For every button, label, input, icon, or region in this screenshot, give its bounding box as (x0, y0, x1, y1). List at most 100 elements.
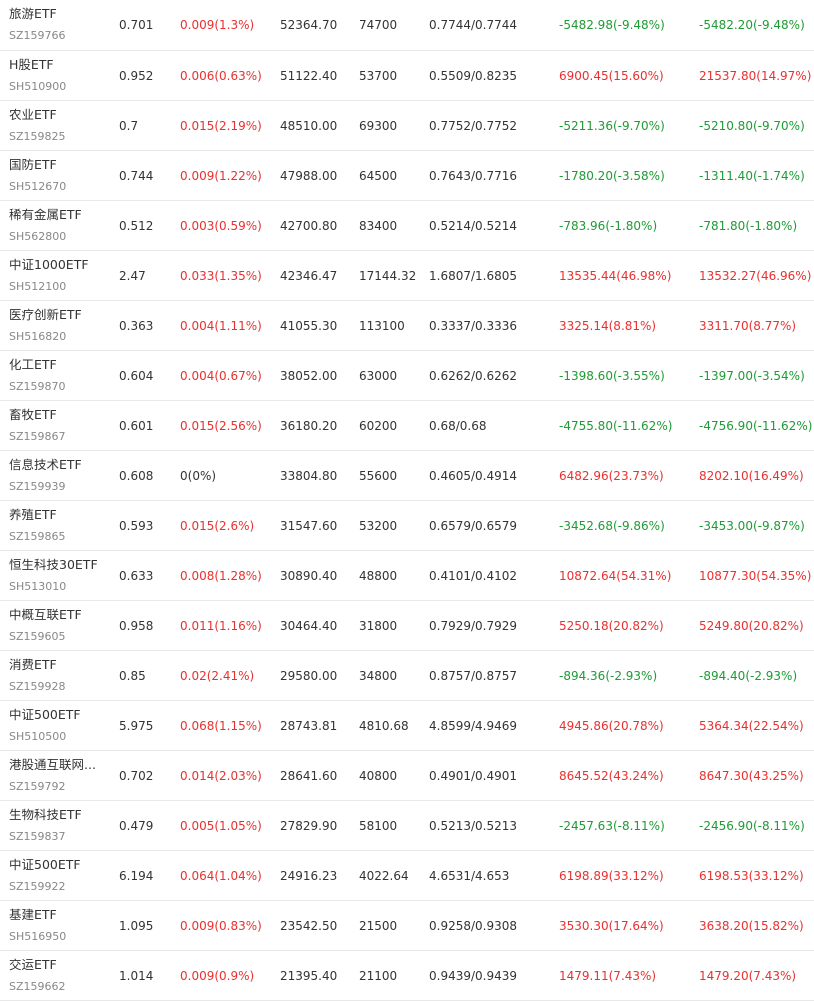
fund-name-link[interactable]: 信息技术ETF (9, 459, 105, 472)
fund-name-link[interactable]: 医疗创新ETF (9, 309, 105, 322)
profit-loss-cell: 8645.52(43.24%) (559, 768, 664, 783)
fund-code: SZ159766 (9, 28, 66, 42)
table-row[interactable]: 养殖ETF SZ159865 0.593 0.015(2.6%) 31547.6… (0, 501, 814, 551)
fund-name-cell: 基建ETF SH516950 (9, 909, 105, 942)
cost-cell: 0.5509/0.8235 (429, 68, 518, 83)
change-cell: 0.009(0.83%) (180, 918, 262, 933)
fund-code: SZ159865 (9, 529, 66, 543)
profit-loss-cell: 6198.89(33.12%) (559, 868, 664, 883)
change-cell: 0.009(0.9%) (180, 968, 255, 983)
market-value-cell: 38052.00 (280, 368, 338, 383)
fund-code: SZ159825 (9, 129, 66, 143)
fund-name-link[interactable]: 恒生科技30ETF (9, 559, 105, 572)
total-profit-loss-cell: 8202.10(16.49%) (699, 468, 804, 483)
fund-name-cell: 消费ETF SZ159928 (9, 659, 105, 692)
fund-name-link[interactable]: 消费ETF (9, 659, 105, 672)
price-cell: 0.363 (119, 318, 154, 333)
fund-name-link[interactable]: 国防ETF (9, 159, 105, 172)
price-cell: 5.975 (119, 718, 154, 733)
table-row[interactable]: 港股通互联网... SZ159792 0.702 0.014(2.03%) 28… (0, 751, 814, 801)
change-cell: 0.068(1.15%) (180, 718, 262, 733)
profit-loss-cell: 5250.18(20.82%) (559, 618, 664, 633)
fund-name-cell: 医疗创新ETF SH516820 (9, 309, 105, 342)
table-row[interactable]: 稀有金属ETF SH562800 0.512 0.003(0.59%) 4270… (0, 201, 814, 251)
total-profit-loss-cell: 10877.30(54.35%) (699, 568, 812, 583)
holdings-table: 旅游ETF SZ159766 0.701 0.009(1.3%) 52364.7… (0, 0, 814, 1001)
table-row[interactable]: 国防ETF SH512670 0.744 0.009(1.22%) 47988.… (0, 151, 814, 201)
price-cell: 0.608 (119, 468, 154, 483)
table-row[interactable]: 中概互联ETF SZ159605 0.958 0.011(1.16%) 3046… (0, 601, 814, 651)
change-cell: 0.006(0.63%) (180, 68, 262, 83)
cost-cell: 0.6262/0.6262 (429, 368, 518, 383)
fund-name-cell: 旅游ETF SZ159766 (9, 8, 105, 41)
cost-cell: 0.7744/0.7744 (429, 18, 518, 32)
table-row[interactable]: 农业ETF SZ159825 0.7 0.015(2.19%) 48510.00… (0, 101, 814, 151)
price-cell: 0.604 (119, 368, 154, 383)
cost-cell: 0.8757/0.8757 (429, 668, 518, 683)
market-value-cell: 41055.30 (280, 318, 338, 333)
table-row[interactable]: 畜牧ETF SZ159867 0.601 0.015(2.56%) 36180.… (0, 401, 814, 451)
fund-name-link[interactable]: 中证500ETF (9, 859, 105, 872)
cost-cell: 0.5213/0.5213 (429, 818, 518, 833)
shares-cell: 53700 (359, 68, 398, 83)
table-row[interactable]: 交运ETF SZ159662 1.014 0.009(0.9%) 21395.4… (0, 951, 814, 1001)
shares-cell: 83400 (359, 218, 398, 233)
total-profit-loss-cell: 5364.34(22.54%) (699, 718, 804, 733)
fund-code: SZ159922 (9, 879, 66, 893)
price-cell: 0.958 (119, 618, 154, 633)
total-profit-loss-cell: 21537.80(14.97%) (699, 68, 812, 83)
price-cell: 0.601 (119, 418, 154, 433)
shares-cell: 48800 (359, 568, 398, 583)
fund-name-link[interactable]: 稀有金属ETF (9, 209, 105, 222)
fund-name-link[interactable]: 畜牧ETF (9, 409, 105, 422)
shares-cell: 17144.32 (359, 268, 417, 283)
market-value-cell: 28743.81 (280, 718, 338, 733)
table-row[interactable]: 中证1000ETF SH512100 2.47 0.033(1.35%) 423… (0, 251, 814, 301)
market-value-cell: 30890.40 (280, 568, 338, 583)
table-row[interactable]: H股ETF SH510900 0.952 0.006(0.63%) 51122.… (0, 51, 814, 101)
fund-name-link[interactable]: 中证500ETF (9, 709, 105, 722)
price-cell: 0.701 (119, 18, 154, 32)
shares-cell: 58100 (359, 818, 398, 833)
table-row[interactable]: 中证500ETF SH510500 5.975 0.068(1.15%) 287… (0, 701, 814, 751)
change-cell: 0.014(2.03%) (180, 768, 262, 783)
table-row[interactable]: 恒生科技30ETF SH513010 0.633 0.008(1.28%) 30… (0, 551, 814, 601)
market-value-cell: 31547.60 (280, 518, 338, 533)
profit-loss-cell: 3530.30(17.64%) (559, 918, 664, 933)
cost-cell: 0.7929/0.7929 (429, 618, 518, 633)
fund-name-link[interactable]: 旅游ETF (9, 8, 105, 21)
fund-name-link[interactable]: H股ETF (9, 59, 105, 72)
fund-name-link[interactable]: 港股通互联网... (9, 759, 105, 772)
total-profit-loss-cell: -5210.80(-9.70%) (699, 118, 805, 133)
fund-name-link[interactable]: 基建ETF (9, 909, 105, 922)
change-cell: 0.004(0.67%) (180, 368, 262, 383)
fund-name-link[interactable]: 中证1000ETF (9, 259, 105, 272)
fund-name-link[interactable]: 交运ETF (9, 959, 105, 972)
table-row[interactable]: 中证500ETF SZ159922 6.194 0.064(1.04%) 249… (0, 851, 814, 901)
total-profit-loss-cell: -5482.20(-9.48%) (699, 18, 805, 32)
fund-name-cell: 农业ETF SZ159825 (9, 109, 105, 142)
fund-name-link[interactable]: 中概互联ETF (9, 609, 105, 622)
market-value-cell: 47988.00 (280, 168, 338, 183)
total-profit-loss-cell: -4756.90(-11.62%) (699, 418, 813, 433)
market-value-cell: 29580.00 (280, 668, 338, 683)
fund-code: SH510500 (9, 729, 67, 743)
market-value-cell: 33804.80 (280, 468, 338, 483)
table-row[interactable]: 生物科技ETF SZ159837 0.479 0.005(1.05%) 2782… (0, 801, 814, 851)
fund-code: SH510900 (9, 79, 67, 93)
table-row[interactable]: 化工ETF SZ159870 0.604 0.004(0.67%) 38052.… (0, 351, 814, 401)
table-row[interactable]: 旅游ETF SZ159766 0.701 0.009(1.3%) 52364.7… (0, 0, 814, 51)
table-row[interactable]: 基建ETF SH516950 1.095 0.009(0.83%) 23542.… (0, 901, 814, 951)
fund-name-link[interactable]: 生物科技ETF (9, 809, 105, 822)
total-profit-loss-cell: -2456.90(-8.11%) (699, 818, 805, 833)
table-row[interactable]: 消费ETF SZ159928 0.85 0.02(2.41%) 29580.00… (0, 651, 814, 701)
fund-name-link[interactable]: 农业ETF (9, 109, 105, 122)
fund-code: SH512100 (9, 279, 67, 293)
fund-name-link[interactable]: 化工ETF (9, 359, 105, 372)
table-row[interactable]: 医疗创新ETF SH516820 0.363 0.004(1.11%) 4105… (0, 301, 814, 351)
table-row[interactable]: 信息技术ETF SZ159939 0.608 0(0%) 33804.80 55… (0, 451, 814, 501)
cost-cell: 0.6579/0.6579 (429, 518, 518, 533)
fund-name-link[interactable]: 养殖ETF (9, 509, 105, 522)
total-profit-loss-cell: 6198.53(33.12%) (699, 868, 804, 883)
fund-name-cell: 港股通互联网... SZ159792 (9, 759, 105, 792)
